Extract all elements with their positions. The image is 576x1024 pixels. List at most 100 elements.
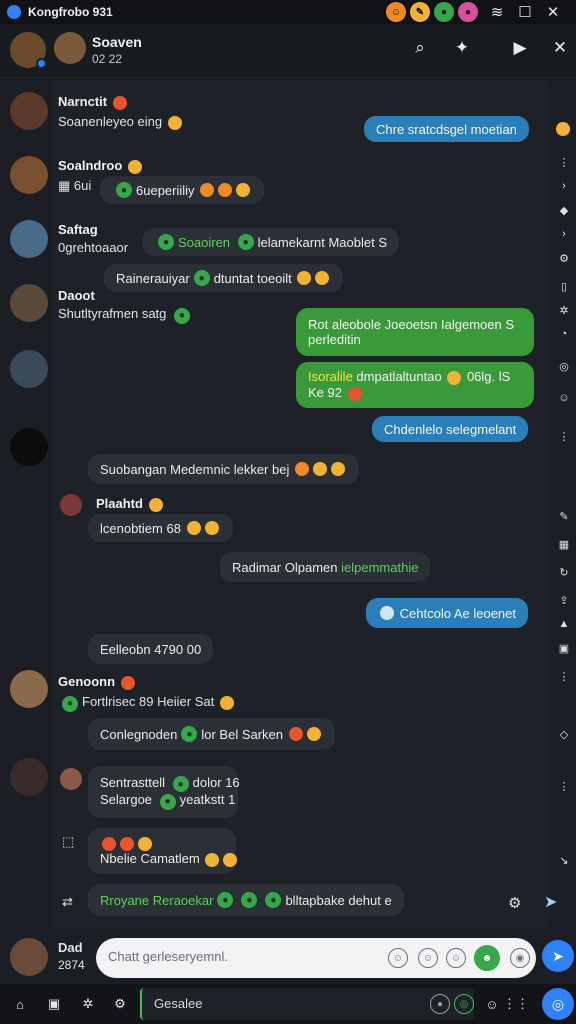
avatar[interactable] xyxy=(10,758,48,796)
green-status-icon[interactable]: ● xyxy=(434,2,454,22)
emoji-icon[interactable]: ☺ xyxy=(388,948,408,968)
avatar[interactable] xyxy=(10,350,48,388)
gear-icon[interactable]: ⚙ xyxy=(558,252,570,265)
avatar[interactable] xyxy=(10,220,48,258)
camera-icon[interactable]: ◉ xyxy=(510,948,530,968)
chat-header: Soaven 02 22 ⌕ ✦ ▶ ✕ xyxy=(0,24,576,78)
message-text: 0grehtoaaor xyxy=(58,240,129,255)
home-icon[interactable]: ⌂ xyxy=(12,996,28,1012)
window-title: Kongfrobo 931 xyxy=(28,5,113,19)
pencil-icon[interactable]: ✎ xyxy=(558,510,570,523)
contact-status: 02 22 xyxy=(92,52,123,66)
incoming-message[interactable]: Rroyane Reraoekar ● ● ● blltapbake dehut e xyxy=(88,884,404,916)
gear-icon[interactable]: ⚙ xyxy=(508,894,521,912)
gif-icon[interactable]: ☺ xyxy=(446,948,466,968)
outgoing-message[interactable]: Isoralile dmpatlaltuntao 06lg. lS Ke 92 xyxy=(296,362,534,408)
image-icon[interactable]: ▣ xyxy=(558,642,570,655)
sticker-icon[interactable]: ☻ xyxy=(474,945,500,971)
incoming-message[interactable]: Sentrasttell ● dolor 16 Selargoe ● yeatkst… xyxy=(88,766,240,818)
incoming-message[interactable]: Nbelie Camatlem xyxy=(88,828,238,874)
arrow-icon[interactable]: › xyxy=(558,180,570,192)
attach-icon[interactable]: ☺ xyxy=(418,948,438,968)
settings-icon[interactable]: ✲ xyxy=(80,996,96,1012)
face-icon[interactable]: ☺ xyxy=(558,392,570,404)
message-text: ▦ 6ui xyxy=(58,178,92,193)
face-icon[interactable]: ☺ xyxy=(484,996,500,1012)
outgoing-message[interactable]: Cehtcolo Ae leoenet xyxy=(366,598,528,628)
bell-icon[interactable]: ▲ xyxy=(558,618,570,630)
diamond-icon[interactable]: ◆ xyxy=(558,204,570,217)
message-text: Soanenleyeo eing xyxy=(58,114,184,130)
file-icon[interactable]: ▯ xyxy=(558,280,570,293)
more-icon[interactable]: ⋮ xyxy=(558,780,570,793)
status-icon[interactable]: ◎ xyxy=(454,994,474,1014)
mic-icon[interactable]: ● xyxy=(430,994,450,1014)
more-icon[interactable]: ⋮ xyxy=(558,156,570,169)
image-icon[interactable]: ▣ xyxy=(46,996,62,1012)
contact-name[interactable]: Soaven xyxy=(92,34,142,50)
fork-icon[interactable]: ⇄ xyxy=(62,894,73,910)
incoming-message[interactable]: lcenobtiem 68 xyxy=(88,514,233,542)
chat-icon[interactable]: ◔ xyxy=(558,328,570,340)
sender-name: Plaahtd xyxy=(96,496,165,512)
message-text: Shutltyrafmen satg ● xyxy=(58,306,194,324)
incoming-message[interactable]: Suobangan Medemnic lekker bej xyxy=(88,454,359,484)
title-bar: Kongfrobo 931 ☺ ✎ ● ● ≋ ☐ ✕ xyxy=(0,0,576,24)
message-composer[interactable]: Chatt gerleseryemnl. ☺ ☺ ☺ ☻ ◉ xyxy=(96,938,536,978)
contact-avatar[interactable] xyxy=(54,32,86,64)
online-badge xyxy=(36,58,47,69)
outgoing-message[interactable]: Chre sratcdsgel moetian xyxy=(364,116,529,142)
bottom-search-field[interactable]: Gesalee ● ◎ xyxy=(140,988,474,1020)
pink-status-icon[interactable]: ● xyxy=(458,2,478,22)
app-icon xyxy=(7,5,21,19)
avatar[interactable] xyxy=(10,284,48,322)
refresh-icon[interactable]: ↻ xyxy=(558,566,570,579)
restore-window-button[interactable]: ☐ xyxy=(514,2,536,22)
outgoing-message[interactable]: Rot aleobole Joeoetsn Ialgemoen S perled… xyxy=(296,308,534,356)
close-window-button[interactable]: ✕ xyxy=(542,2,564,22)
avatar[interactable] xyxy=(60,494,82,516)
gear-icon[interactable]: ⚙ xyxy=(112,996,128,1012)
incoming-message[interactable]: Eelleobn 4790 00 xyxy=(88,634,214,664)
menu-icon[interactable]: ⋮⋮ xyxy=(503,996,529,1012)
close-icon[interactable]: ✕ xyxy=(546,34,574,62)
avatar[interactable] xyxy=(10,428,48,466)
avatar[interactable] xyxy=(10,92,48,130)
incoming-message[interactable]: Radimar Olpamen ielpemmathie xyxy=(220,552,431,582)
more-icon[interactable]: ⋮ xyxy=(558,670,570,683)
pin-icon[interactable]: ✦ xyxy=(448,34,476,62)
avatar[interactable] xyxy=(10,156,48,194)
target-icon[interactable]: ◎ xyxy=(558,360,570,373)
arrow-icon[interactable]: › xyxy=(558,228,570,240)
incoming-message[interactable]: ● 6ueperiiliy xyxy=(100,176,265,204)
share-icon[interactable]: ⇪ xyxy=(558,594,570,607)
pencil-icon[interactable]: ✎ xyxy=(410,2,430,22)
outgoing-message[interactable]: Chdenlelo selegmelant xyxy=(372,416,529,442)
gear-icon[interactable]: ✲ xyxy=(558,304,570,317)
send-button[interactable]: ➤ xyxy=(542,940,574,972)
avatar[interactable] xyxy=(60,768,82,790)
more-icon[interactable]: ⋮ xyxy=(558,430,570,443)
right-toolbar: ⋮ › ◆ › ⚙ ▯ ✲ ◔ ◎ ☺ ⋮ ✎ ▦ ↻ ⇪ ▲ ▣ ⋮ ◇ ⋮ … xyxy=(552,110,576,950)
user-avatar[interactable] xyxy=(10,938,48,976)
message-text: ● Fortlrisec 89 Heiier Sat xyxy=(58,694,236,712)
compose-button[interactable]: ◎ xyxy=(542,988,574,1020)
search-icon[interactable]: ⌕ xyxy=(406,34,434,62)
user-status: 2874 xyxy=(58,958,85,972)
emoji-status-icon[interactable]: ☺ xyxy=(386,2,406,22)
user-name: Dad xyxy=(58,940,83,955)
diamond-icon[interactable]: ◇ xyxy=(558,728,570,741)
chat-bubble-icon[interactable]: ⬚ xyxy=(62,834,74,850)
incoming-message[interactable]: ● Soaoiren ● lelamekarnt Maoblet S xyxy=(142,228,400,256)
message-input[interactable]: Chatt gerleseryemnl. xyxy=(108,949,228,964)
sender-name: Saftag xyxy=(58,222,98,237)
wifi-icon[interactable]: ≋ xyxy=(486,2,508,22)
incoming-message[interactable]: Rainerauiyar ● dtuntat toeoilt xyxy=(104,264,344,292)
grid-icon[interactable]: ▦ xyxy=(558,538,570,551)
avatar[interactable] xyxy=(10,670,48,708)
incoming-message[interactable]: Conlegnoden ● lor Bel Sarken xyxy=(88,718,335,750)
sender-name: Genoonn xyxy=(58,674,137,690)
arrow-icon[interactable]: ↘ xyxy=(558,854,570,867)
search-input[interactable]: Gesalee xyxy=(154,996,202,1011)
video-call-icon[interactable]: ▶ xyxy=(506,34,534,62)
